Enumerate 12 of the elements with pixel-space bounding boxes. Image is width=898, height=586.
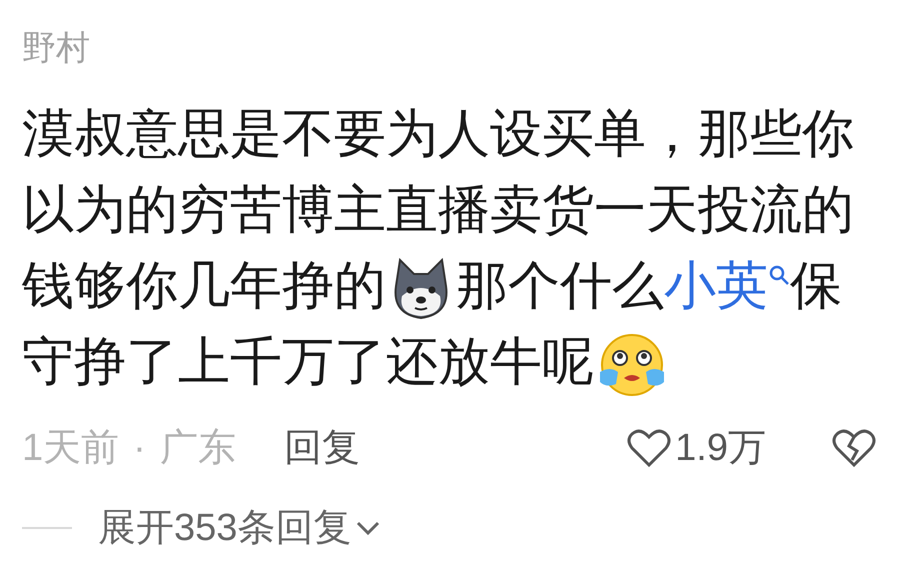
chevron-down-icon	[355, 519, 382, 537]
search-icon	[768, 264, 790, 286]
broken-heart-icon	[832, 428, 876, 468]
reply-button[interactable]: 回复	[284, 420, 360, 476]
topic-link[interactable]: 小英	[664, 257, 790, 315]
expand-replies-button[interactable]: 展开353条回复	[98, 500, 382, 556]
comment-text: 漠叔意思是不要为人设买单，那些你以为的穷苦博主直播卖货一天投流的钱够你几年挣的 那个什么小英 保守挣了上千万了还放牛呢	[22, 96, 878, 400]
comment-location: 广东	[160, 426, 236, 470]
separator-dot: ·	[133, 426, 146, 470]
dislike-button[interactable]	[832, 428, 876, 468]
like-button[interactable]: 1.9万	[627, 420, 766, 476]
comment-time: 1天前	[22, 426, 120, 470]
